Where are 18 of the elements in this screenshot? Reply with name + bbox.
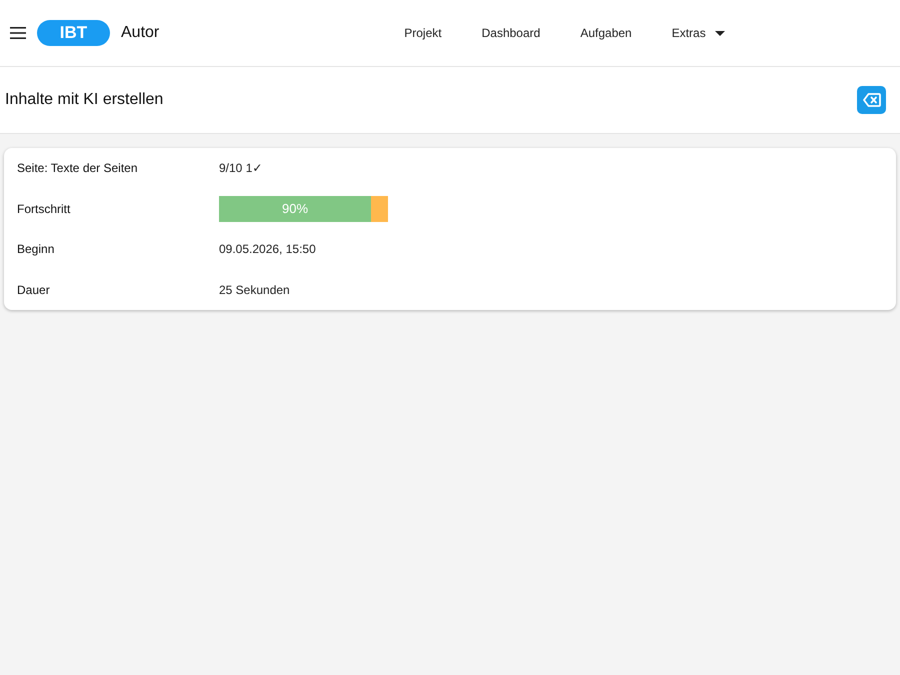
clear-button[interactable] [857, 86, 886, 114]
detail-label: Fortschritt [17, 202, 72, 216]
nav-dropdown[interactable]: Extras [652, 20, 745, 46]
page-title: Inhalte mit KI erstellen [5, 91, 164, 109]
detail-value: 9/10 1✓ [219, 161, 262, 176]
detail-label: Beginn [17, 242, 56, 256]
detail-label: Dauer [17, 282, 51, 297]
caret-icon [714, 30, 725, 36]
app-title: Autor [121, 24, 160, 42]
nav-link[interactable]: Projekt [384, 20, 462, 46]
backspace-icon [862, 93, 880, 107]
nav-link[interactable]: Aufgaben [560, 20, 652, 46]
detail-label: Seite: Texte der Seiten [17, 161, 139, 176]
nav-link[interactable]: Dashboard [462, 20, 560, 46]
detail-value: 25 Sekunden [219, 282, 290, 297]
menu-icon [10, 27, 26, 39]
progress-reading: 90% [282, 201, 308, 216]
detail-value: 09.05.2026, 15:50 [219, 242, 316, 256]
